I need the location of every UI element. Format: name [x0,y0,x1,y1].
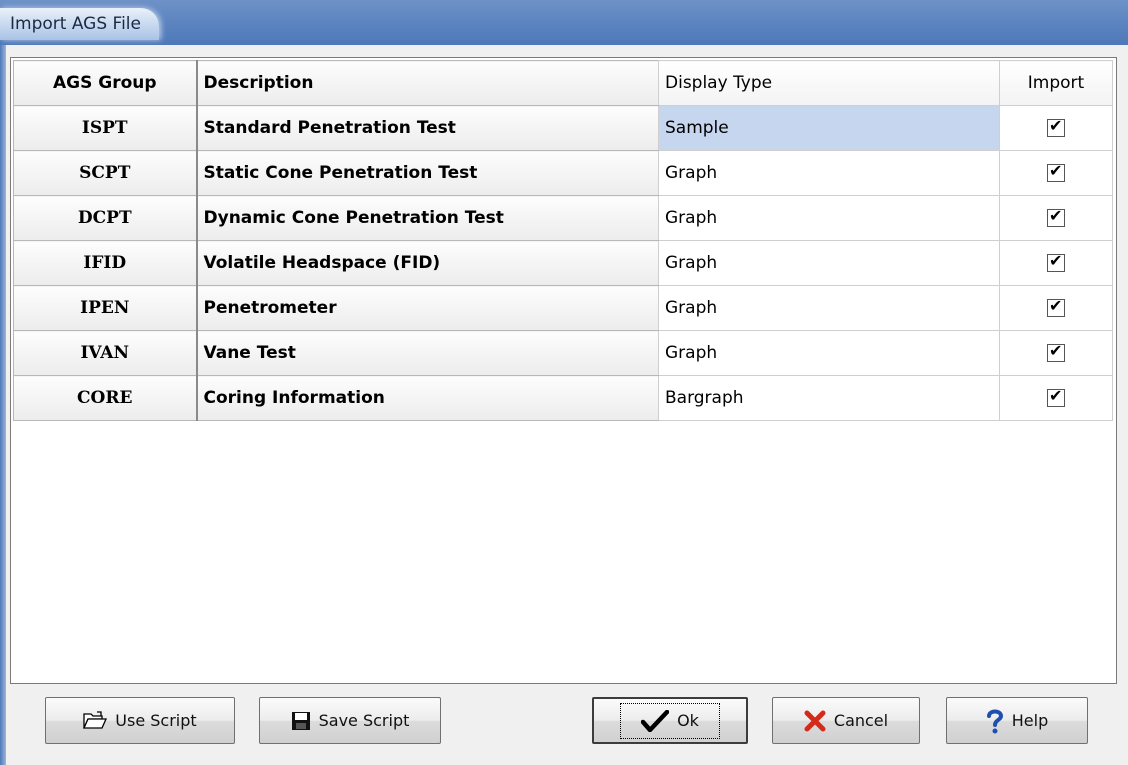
ags-group-grid: AGS Group Description Display Type Impor… [10,57,1117,684]
description-cell[interactable]: Static Cone Penetration Test [195,150,659,196]
save-script-button[interactable]: Save Script [259,697,441,744]
column-header-import[interactable]: Import [999,60,1113,106]
ags-group-cell[interactable]: DCPT [13,195,197,241]
ok-button[interactable]: Ok [592,697,748,744]
table-row: SCPT Static Cone Penetration Test Graph [13,150,1113,196]
table-header-row: AGS Group Description Display Type Impor… [13,60,1113,106]
ok-label: Ok [677,711,699,730]
import-checkbox[interactable] [1047,206,1065,227]
ags-group-cell[interactable]: CORE [13,375,197,421]
help-button[interactable]: Help [946,697,1088,744]
table-row: IPEN Penetrometer Graph [13,285,1113,331]
ags-group-table: AGS Group Description Display Type Impor… [13,60,1113,421]
ags-group-cell[interactable]: IFID [13,240,197,286]
ok-focus-rect: Ok [620,702,720,739]
title-bar[interactable]: Import AGS File [0,0,1128,45]
import-ags-dialog: Import AGS File AGS Group Description Di… [0,0,1128,765]
import-checkbox[interactable] [1047,116,1065,137]
display-type-cell[interactable]: Graph [658,285,1000,331]
window-left-border [0,45,6,765]
table-row: IVAN Vane Test Graph [13,330,1113,376]
display-type-cell[interactable]: Graph [658,195,1000,241]
display-type-cell[interactable]: Graph [658,240,1000,286]
import-cell [999,240,1113,286]
ags-group-cell[interactable]: ISPT [13,105,197,151]
import-checkbox[interactable] [1047,161,1065,182]
description-cell[interactable]: Volatile Headspace (FID) [195,240,659,286]
import-cell [999,285,1113,331]
use-script-label: Use Script [115,711,197,730]
folder-open-icon [83,710,108,731]
cancel-label: Cancel [833,711,889,730]
table-row: ISPT Standard Penetration Test Sample [13,105,1113,151]
import-cell [999,375,1113,421]
save-script-label: Save Script [318,711,410,730]
description-cell[interactable]: Dynamic Cone Penetration Test [195,195,659,241]
ags-group-cell[interactable]: SCPT [13,150,197,196]
import-checkbox[interactable] [1047,251,1065,272]
import-cell [999,150,1113,196]
ags-group-cell[interactable]: IVAN [13,330,197,376]
column-header-ags-group[interactable]: AGS Group [13,60,197,106]
cancel-button[interactable]: Cancel [772,697,920,744]
column-header-display-type[interactable]: Display Type [658,60,1000,106]
floppy-disk-icon [291,711,311,731]
display-type-cell[interactable]: Sample [658,105,1000,151]
use-script-button[interactable]: Use Script [45,697,235,744]
checkmark-icon [641,709,670,732]
help-label: Help [1011,711,1049,730]
description-cell[interactable]: Standard Penetration Test [195,105,659,151]
description-cell[interactable]: Coring Information [195,375,659,421]
display-type-cell[interactable]: Bargraph [658,375,1000,421]
question-mark-icon [986,708,1004,734]
description-cell[interactable]: Penetrometer [195,285,659,331]
table-row: CORE Coring Information Bargraph [13,375,1113,421]
import-checkbox[interactable] [1047,341,1065,362]
display-type-cell[interactable]: Graph [658,150,1000,196]
table-row: DCPT Dynamic Cone Penetration Test Graph [13,195,1113,241]
description-cell[interactable]: Vane Test [195,330,659,376]
import-cell [999,105,1113,151]
import-cell [999,330,1113,376]
ags-group-cell[interactable]: IPEN [13,285,197,331]
red-x-icon [804,710,826,732]
display-type-cell[interactable]: Graph [658,330,1000,376]
table-row: IFID Volatile Headspace (FID) Graph [13,240,1113,286]
window-title: Import AGS File [0,8,159,40]
column-header-description[interactable]: Description [195,60,659,106]
import-checkbox[interactable] [1047,296,1065,317]
import-checkbox[interactable] [1047,386,1065,407]
import-cell [999,195,1113,241]
